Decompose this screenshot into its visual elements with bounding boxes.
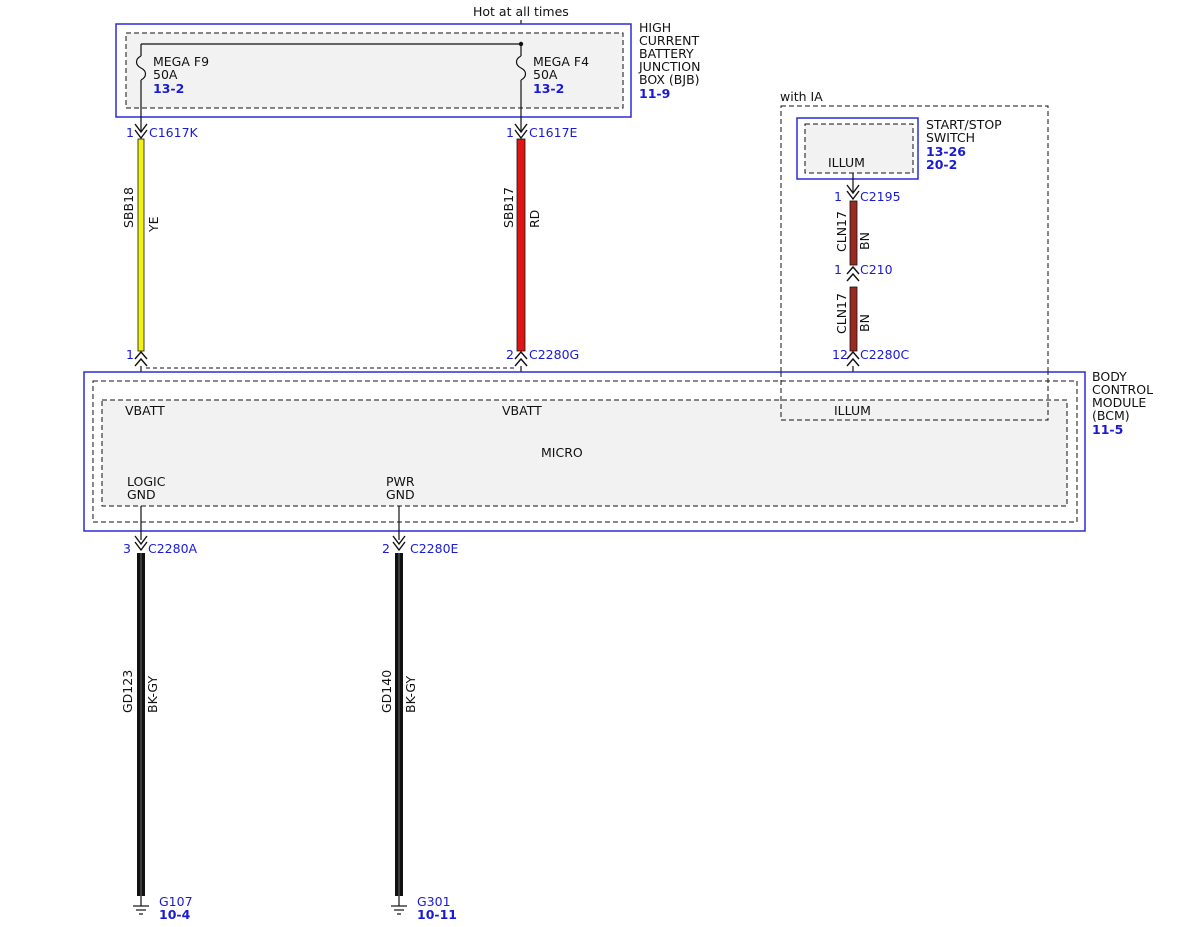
- sbb18-pin-bottom: 1: [126, 347, 134, 362]
- switch-title-line-2: SWITCH: [926, 130, 975, 145]
- connector-c210-label[interactable]: C210: [860, 262, 893, 277]
- sbb18-circuit-label: SBB18: [121, 187, 136, 228]
- gd123-pin-top: 3: [123, 541, 131, 556]
- wire-sbb17[interactable]: [516, 138, 526, 352]
- connector-c210-symbol: [846, 265, 860, 282]
- wire-cln17-upper[interactable]: [849, 200, 858, 266]
- sbb17-color-label: RD: [527, 210, 542, 228]
- wire-sbb18[interactable]: [137, 138, 145, 352]
- wiring-diagram: Hot at all times MEGA F9 50A 13-2 MEGA F…: [83, 4, 1153, 922]
- cln17-upper-color-label: BN: [857, 232, 872, 250]
- sbb18-pin-top: 1: [126, 125, 134, 140]
- gd140-pin-top: 2: [382, 541, 390, 556]
- bcm-ref[interactable]: 11-5: [1092, 422, 1123, 437]
- ground-g107-ref[interactable]: 10-4: [159, 907, 191, 922]
- sbb17-pin-top: 1: [506, 125, 514, 140]
- bcm-vbatt-1-label: VBATT: [125, 403, 165, 418]
- connector-c2280c-label[interactable]: C2280C: [860, 347, 910, 362]
- gd140-color-label: BK-GY: [403, 676, 418, 713]
- bcm-pwr-gnd-line-2: GND: [386, 487, 415, 502]
- sbb18-color-label: YE: [146, 216, 161, 233]
- bcm-micro-label: MICRO: [541, 445, 583, 460]
- bcm-micro-region: [101, 399, 1068, 507]
- sbb17-pin-bottom: 2: [506, 347, 514, 362]
- bjb-ref[interactable]: 11-9: [639, 86, 670, 101]
- cln17-lower-color-label: BN: [857, 314, 872, 332]
- ground-g301-ref[interactable]: 10-11: [417, 907, 457, 922]
- with-ia-label: with IA: [780, 89, 823, 104]
- bjb-title-line-5: BOX (BJB): [639, 72, 700, 87]
- sbb17-circuit-label: SBB17: [501, 187, 516, 228]
- connector-c1617k-label[interactable]: C1617K: [149, 125, 199, 140]
- bcm-vbatt-2-label: VBATT: [502, 403, 542, 418]
- cln17-lower-circuit-label: CLN17: [834, 293, 849, 334]
- connector-c2280e-label[interactable]: C2280E: [410, 541, 459, 556]
- switch-illum-label: ILLUM: [828, 155, 865, 170]
- connector-c1617e-label[interactable]: C1617E: [529, 125, 578, 140]
- ground-g301-icon: [391, 896, 407, 915]
- gd123-circuit-label: GD123: [120, 670, 135, 713]
- gd140-circuit-label: GD140: [379, 670, 394, 713]
- cln17-lower-pin-bottom: 12: [832, 347, 848, 362]
- connector-c2280a-label[interactable]: C2280A: [148, 541, 198, 556]
- wire-cln17-lower[interactable]: [849, 286, 858, 352]
- cln17-upper-pin-top: 1: [834, 189, 842, 204]
- fuse-f9-rating: 50A: [153, 67, 178, 82]
- fuse-f9-ref[interactable]: 13-2: [153, 81, 184, 96]
- bcm-title-line-4: (BCM): [1092, 408, 1130, 423]
- ground-g107-icon: [133, 896, 149, 915]
- cln17-lower-pin-top: 1: [834, 262, 842, 277]
- switch-ref-2[interactable]: 20-2: [926, 157, 957, 172]
- cln17-upper-circuit-label: CLN17: [834, 211, 849, 252]
- fuse-f4-ref[interactable]: 13-2: [533, 81, 564, 96]
- connector-c2280g-label[interactable]: C2280G: [529, 347, 579, 362]
- connector-c2195-label[interactable]: C2195: [860, 189, 901, 204]
- bcm-logic-gnd-line-2: GND: [127, 487, 156, 502]
- hot-at-all-times-label: Hot at all times: [473, 4, 569, 19]
- bcm-illum-label: ILLUM: [834, 403, 871, 418]
- fuse-f4-rating: 50A: [533, 67, 558, 82]
- gd123-color-label: BK-GY: [145, 676, 160, 713]
